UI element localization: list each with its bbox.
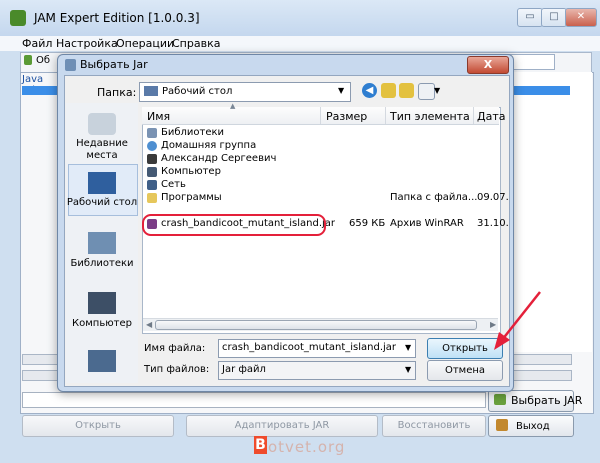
sort-up-icon: ▲ xyxy=(230,102,236,110)
cell-date: 09.07. xyxy=(477,192,509,203)
dialog-icon xyxy=(65,59,76,71)
adapt-jar-button[interactable]: Адаптировать JAR xyxy=(186,415,378,437)
list-item[interactable]: Программы xyxy=(161,192,222,203)
maximize-button[interactable]: □ xyxy=(541,8,567,27)
folder-label: Папка: xyxy=(97,86,137,99)
place-recent[interactable]: Недавние места xyxy=(66,138,138,162)
menu-file[interactable]: Файл xyxy=(22,37,52,50)
scroll-left-icon[interactable]: ◀ xyxy=(146,320,152,329)
scrollbar-thumb[interactable] xyxy=(155,320,477,330)
cell-type: Папка с файла... xyxy=(390,192,478,203)
list-item[interactable]: Компьютер xyxy=(161,166,221,177)
column-date[interactable]: Дата xyxy=(477,110,505,123)
column-name[interactable]: Имя xyxy=(147,110,170,123)
computer-icon xyxy=(88,292,116,314)
menu-help[interactable]: Справка xyxy=(172,37,220,50)
watermark-logo: B xyxy=(254,436,267,454)
list-item[interactable]: Сеть xyxy=(161,179,186,190)
new-folder-button[interactable] xyxy=(399,83,414,98)
app-icon xyxy=(10,10,26,26)
cell-date: 31.10. xyxy=(477,218,509,229)
exit-icon xyxy=(496,419,508,431)
pick-jar-label: Выбрать JAR xyxy=(511,394,583,407)
file-type-value: Jar файл xyxy=(222,364,266,375)
desktop-icon xyxy=(88,172,116,194)
folder-value: Рабочий стол xyxy=(162,86,233,97)
column-type[interactable]: Тип элемента xyxy=(390,110,470,123)
highlight-ring xyxy=(142,214,326,236)
network-icon xyxy=(147,180,157,190)
list-item[interactable]: Библиотеки xyxy=(161,127,224,138)
back-button[interactable]: ◀ xyxy=(362,83,377,98)
network-icon[interactable] xyxy=(88,350,116,372)
chevron-down-icon: ▼ xyxy=(434,86,441,95)
user-folder-icon xyxy=(147,154,157,164)
dialog-title: Выбрать Jar xyxy=(80,58,148,71)
menu-operations[interactable]: Операции xyxy=(116,37,174,50)
place-desktop[interactable]: Рабочий стол xyxy=(66,197,138,209)
place-computer[interactable]: Компьютер xyxy=(66,318,138,330)
jar-path-field[interactable] xyxy=(22,392,486,408)
chevron-down-icon[interactable]: ▼ xyxy=(405,343,411,352)
window-title: JAM Expert Edition [1.0.0.3] xyxy=(34,11,200,25)
watermark-text: otvet.org xyxy=(268,438,346,456)
desktop-icon xyxy=(144,86,158,96)
view-menu-button[interactable] xyxy=(418,83,435,100)
column-size[interactable]: Размер xyxy=(326,110,367,123)
open-jar-button[interactable]: Открыть xyxy=(22,415,174,437)
list-item[interactable]: Домашняя группа xyxy=(161,140,256,151)
file-name-label: Имя файла: xyxy=(144,343,206,354)
column-divider[interactable] xyxy=(320,107,321,124)
folder-icon xyxy=(147,193,157,203)
menu-settings[interactable]: Настройка xyxy=(56,37,118,50)
computer-icon xyxy=(147,167,157,177)
list-item[interactable]: Александр Сергеевич xyxy=(161,153,276,164)
column-divider[interactable] xyxy=(385,107,386,124)
recent-places-icon xyxy=(88,113,116,135)
cancel-button[interactable]: Отмена xyxy=(427,360,503,381)
libraries-icon xyxy=(147,128,157,138)
cell-size: 659 КБ xyxy=(349,218,386,229)
restore-button[interactable]: Восстановить xyxy=(382,415,486,437)
minimize-button[interactable]: ▭ xyxy=(517,8,543,27)
exit-label: Выход xyxy=(516,421,550,432)
file-type-label: Тип файлов: xyxy=(144,364,210,375)
dialog-close-button[interactable]: X xyxy=(467,56,509,74)
file-name-value: crash_bandicoot_mutant_island.jar xyxy=(222,342,397,353)
tab-arrow-icon xyxy=(24,55,32,65)
list-header: Java Ad xyxy=(22,74,44,96)
column-divider[interactable] xyxy=(473,107,474,124)
adapt-jar-label: Адаптировать JAR xyxy=(234,420,330,431)
chevron-down-icon: ▼ xyxy=(338,86,345,95)
annotation-arrow xyxy=(494,291,541,350)
cell-type: Архив WinRAR xyxy=(390,218,464,229)
tab-right[interactable] xyxy=(507,54,555,70)
homegroup-icon xyxy=(147,141,157,151)
folder-up-button[interactable] xyxy=(381,83,396,98)
place-libraries[interactable]: Библиотеки xyxy=(66,258,138,270)
close-button[interactable]: ✕ xyxy=(565,8,597,27)
folder-open-icon xyxy=(494,394,506,405)
chevron-down-icon[interactable]: ▼ xyxy=(405,365,411,374)
libraries-icon xyxy=(88,232,116,254)
